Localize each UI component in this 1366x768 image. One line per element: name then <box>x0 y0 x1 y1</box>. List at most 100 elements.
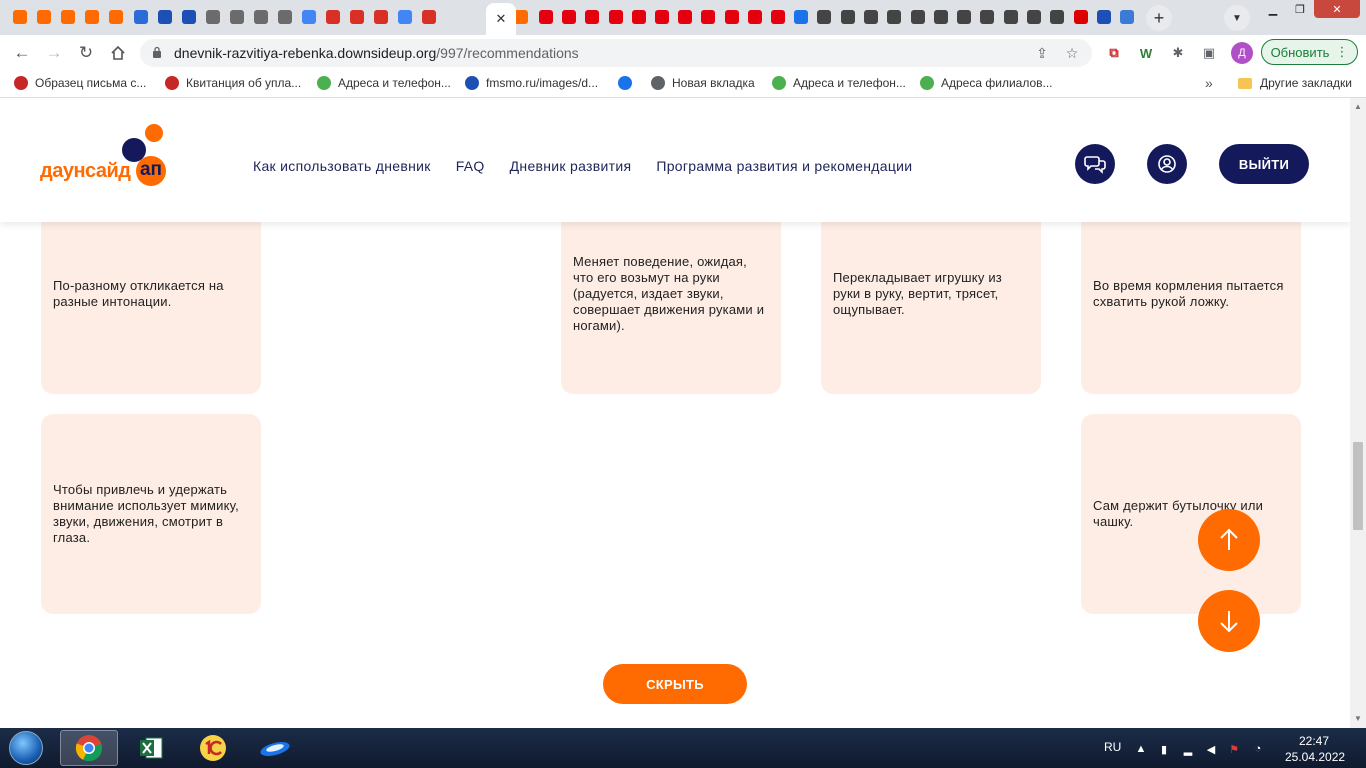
browser-tab[interactable] <box>250 5 272 29</box>
tray-arrow-icon[interactable]: ▲ <box>1134 742 1148 756</box>
scroll-up-button[interactable] <box>1198 509 1260 571</box>
browser-tab[interactable] <box>81 5 103 29</box>
nav-how-to-use[interactable]: Как использовать дневник <box>253 158 431 174</box>
bookmark-star-icon[interactable]: ☆ <box>1062 43 1082 63</box>
nav-faq[interactable]: FAQ <box>456 158 485 174</box>
browser-tab[interactable] <box>721 5 743 29</box>
browser-tab[interactable] <box>1000 5 1022 29</box>
taskbar-chrome[interactable] <box>60 730 118 766</box>
browser-tab[interactable] <box>953 5 975 29</box>
browser-tab[interactable] <box>9 5 31 29</box>
browser-tab[interactable] <box>226 5 248 29</box>
browser-tab[interactable] <box>976 5 998 29</box>
browser-tab[interactable] <box>105 5 127 29</box>
browser-tab[interactable] <box>651 5 673 29</box>
side-panel-icon[interactable]: ▣ <box>1199 43 1219 63</box>
forward-button[interactable]: → <box>41 40 67 66</box>
scroll-down-button[interactable] <box>1198 590 1260 652</box>
browser-tab[interactable] <box>558 5 580 29</box>
taskbar-1c[interactable] <box>184 730 242 766</box>
logout-button[interactable]: ВЫЙТИ <box>1219 144 1309 184</box>
browser-tab[interactable] <box>674 5 696 29</box>
bookmark-item[interactable]: Адреса филиалов... <box>920 76 1053 90</box>
share-icon[interactable]: ⇪ <box>1032 43 1052 63</box>
browser-tab[interactable] <box>813 5 835 29</box>
browser-tab[interactable] <box>154 5 176 29</box>
new-tab-button[interactable]: + <box>1146 5 1172 31</box>
browser-tab[interactable] <box>322 5 344 29</box>
back-button[interactable]: ← <box>9 40 35 66</box>
tray-date[interactable]: 25.04.2022 <box>1285 750 1345 764</box>
window-minimize-button[interactable]: ▁ <box>1260 0 1286 18</box>
window-close-button[interactable]: ✕ <box>1314 0 1360 18</box>
bookmark-item[interactable]: Образец письма с... <box>14 76 146 90</box>
start-button[interactable] <box>4 730 48 766</box>
tray-time[interactable]: 22:47 <box>1299 734 1329 748</box>
update-browser-button[interactable]: Обновить ⋮ <box>1261 39 1358 65</box>
browser-tab[interactable] <box>930 5 952 29</box>
browser-tab[interactable] <box>178 5 200 29</box>
bookmarks-overflow-icon[interactable]: » <box>1205 75 1213 91</box>
bookmark-item[interactable]: Адреса и телефон... <box>317 76 451 90</box>
reload-button[interactable]: ↻ <box>73 40 99 66</box>
network-icon[interactable]: ◔ <box>1251 742 1265 756</box>
browser-tab[interactable] <box>1093 5 1115 29</box>
browser-tab[interactable] <box>605 5 627 29</box>
action-center-icon[interactable]: ⚑ <box>1227 742 1241 756</box>
browser-tab[interactable] <box>202 5 224 29</box>
browser-tab[interactable] <box>130 5 152 29</box>
scrollbar-up-arrow-icon[interactable]: ▲ <box>1354 102 1362 111</box>
extensions-puzzle-icon[interactable]: ✱ <box>1168 43 1188 63</box>
browser-tab[interactable] <box>1116 5 1138 29</box>
scrollbar-thumb[interactable] <box>1353 442 1363 530</box>
browser-tab[interactable] <box>394 5 416 29</box>
url-text[interactable]: dnevnik-razvitiya-rebenka.downsideup.org… <box>174 45 579 61</box>
browser-tab[interactable] <box>744 5 766 29</box>
other-bookmarks[interactable]: Другие закладки <box>1238 76 1352 90</box>
scrollbar-down-arrow-icon[interactable]: ▼ <box>1354 714 1362 723</box>
volume-icon[interactable]: ◀ <box>1204 742 1218 756</box>
browser-tab[interactable] <box>1046 5 1068 29</box>
lock-icon[interactable] <box>152 46 162 58</box>
browser-tab[interactable] <box>346 5 368 29</box>
bookmark-item[interactable]: Новая вкладка <box>651 76 755 90</box>
hide-button[interactable]: СКРЫТЬ <box>603 664 747 704</box>
profile-avatar[interactable]: Д <box>1231 42 1253 64</box>
browser-tab[interactable] <box>418 5 440 29</box>
browser-tab[interactable] <box>33 5 55 29</box>
browser-tab[interactable] <box>837 5 859 29</box>
browser-tab[interactable] <box>57 5 79 29</box>
tab-search-button[interactable]: ▼ <box>1224 5 1250 31</box>
bookmark-item[interactable]: fmsmo.ru/images/d... <box>465 76 598 90</box>
browser-tab[interactable] <box>628 5 650 29</box>
browser-tab[interactable] <box>860 5 882 29</box>
pdf-extension-icon[interactable]: ⧉ <box>1104 43 1124 63</box>
signal-icon[interactable]: ▂ <box>1181 742 1195 756</box>
browser-tab[interactable] <box>274 5 296 29</box>
browser-tab[interactable] <box>697 5 719 29</box>
site-logo[interactable]: даунсайд ап <box>40 124 170 194</box>
home-button[interactable] <box>105 40 131 66</box>
address-bar[interactable]: dnevnik-razvitiya-rebenka.downsideup.org… <box>140 39 1092 67</box>
tray-language[interactable]: RU <box>1104 740 1121 754</box>
browser-tab[interactable] <box>1070 5 1092 29</box>
taskbar-app-blue[interactable] <box>246 730 304 766</box>
browser-tab[interactable] <box>1023 5 1045 29</box>
window-maximize-button[interactable]: ❐ <box>1287 0 1313 18</box>
nav-development-diary[interactable]: Дневник развития <box>510 158 632 174</box>
battery-icon[interactable]: ▮ <box>1157 742 1171 756</box>
bookmark-item[interactable]: Квитанция об упла... <box>165 76 301 90</box>
browser-tab[interactable] <box>370 5 392 29</box>
nav-program-recommendations[interactable]: Программа развития и рекомендации <box>656 158 912 174</box>
bookmark-item[interactable] <box>618 76 632 90</box>
browser-tab[interactable] <box>883 5 905 29</box>
active-tab[interactable]: ✕ <box>486 3 516 35</box>
browser-tab[interactable] <box>907 5 929 29</box>
browser-tab[interactable] <box>298 5 320 29</box>
taskbar-excel[interactable] <box>122 730 180 766</box>
browser-tab[interactable] <box>767 5 789 29</box>
browser-tab[interactable] <box>581 5 603 29</box>
browser-tab[interactable] <box>535 5 557 29</box>
browser-tab[interactable] <box>790 5 812 29</box>
w-extension-icon[interactable]: W <box>1136 43 1156 63</box>
